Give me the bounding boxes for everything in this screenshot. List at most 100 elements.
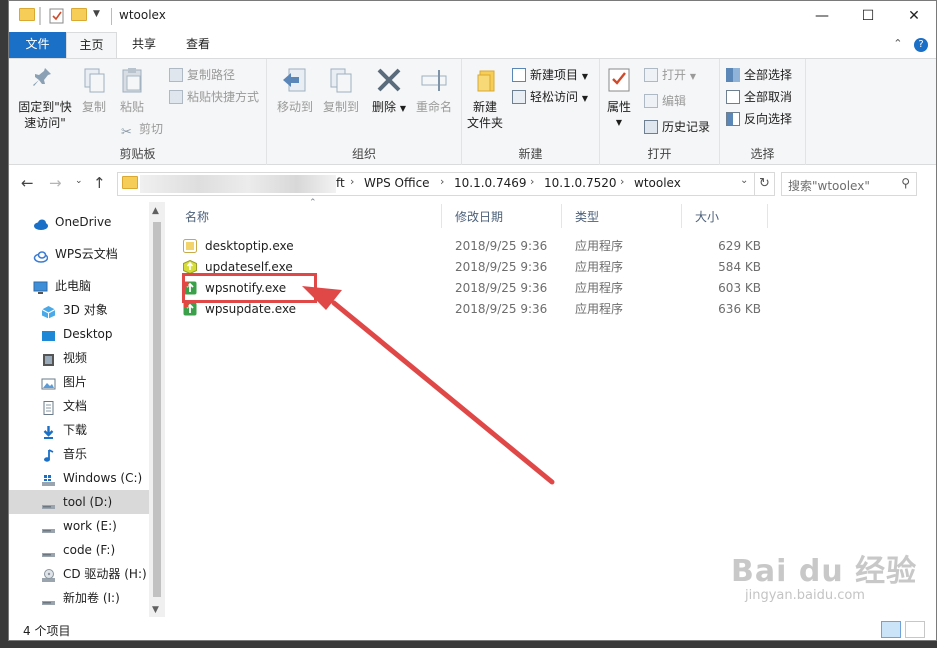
scroll-down-icon[interactable]: ▼ [152,605,159,615]
sort-ascending-icon: ⌃ [309,198,317,208]
open-dropdown-icon[interactable]: ▼ [690,72,696,81]
help-icon[interactable]: ? [914,38,928,52]
details-view-icon[interactable] [881,621,901,638]
refresh-icon[interactable]: ↻ [755,172,775,196]
invert-selection-icon [726,112,740,126]
invert-selection-button[interactable]: 反向选择 [726,109,792,129]
breadcrumb-separator-icon[interactable]: › [350,175,354,188]
breadcrumb-version-1[interactable]: 10.1.0.7469 [454,176,527,190]
breadcrumb-ft[interactable]: ft [336,176,345,190]
nav-item[interactable]: 下载 [9,418,149,442]
easy-access-button[interactable]: 轻松访问 ▼ [512,87,588,107]
tab-file[interactable]: 文件 [9,32,66,58]
pin-quick-access-button[interactable]: 固定到"快 速访问" [15,65,75,131]
minimize-button[interactable]: — [799,1,845,32]
properties-dropdown-icon[interactable]: ▼ [602,115,636,131]
select-none-button[interactable]: 全部取消 [726,87,792,107]
move-to-button[interactable]: 移动到 [275,65,315,115]
properties-label: 属性 [606,100,631,114]
tab-share[interactable]: 共享 [121,32,167,58]
open-button[interactable]: 打开 ▼ [644,65,696,85]
nav-item[interactable]: CD 驱动器 (H:) [9,562,149,586]
nav-item[interactable]: Windows (C:) [9,466,149,490]
breadcrumb-separator-icon[interactable]: › [530,175,534,188]
new-item-dropdown-icon[interactable]: ▼ [582,72,588,81]
properties-button[interactable]: 属性 ▼ [602,65,636,131]
nav-item[interactable]: 3D 对象 [9,298,149,322]
drive-icon [41,519,56,533]
new-folder-quick-access-icon[interactable] [71,8,87,24]
nav-item[interactable]: Desktop [9,322,149,346]
nav-item[interactable]: OneDrive [9,210,149,234]
breadcrumb-separator-icon[interactable]: › [440,175,444,188]
breadcrumb-wtoolex[interactable]: wtoolex [634,176,681,190]
back-arrow-icon[interactable]: ← [21,174,34,192]
nav-item[interactable]: 图片 [9,370,149,394]
nav-item[interactable]: 音乐 [9,442,149,466]
breadcrumb-version-2[interactable]: 10.1.0.7520 [544,176,617,190]
tab-home[interactable]: 主页 [66,32,117,58]
folder-icon [19,8,35,24]
close-button[interactable]: ✕ [891,1,936,32]
download-icon [41,423,56,439]
baidu-watermark: Bai du 经验 jingyan.baidu.com [731,546,917,603]
nav-item[interactable]: code (F:) [9,538,149,562]
edit-button[interactable]: 编辑 [644,91,686,111]
cloud-icon [33,215,48,230]
column-header-modified[interactable]: 修改日期 [455,208,503,225]
column-divider[interactable] [561,204,562,228]
new-item-icon [512,68,526,82]
tab-view[interactable]: 查看 [173,32,223,58]
address-dropdown-icon[interactable]: ⌄ [740,175,748,186]
nav-item[interactable]: 文档 [9,394,149,418]
breadcrumb-wps-office[interactable]: WPS Office [364,176,430,190]
paste-button[interactable]: 粘贴 [113,65,151,115]
column-divider[interactable] [441,204,442,228]
paste-shortcut-button[interactable]: 粘贴快捷方式 [169,87,259,107]
scroll-up-icon[interactable]: ▲ [152,206,159,216]
nav-scrollbar[interactable]: ▲ ▼ [149,202,165,617]
nav-item[interactable]: 新加卷 (I:) [9,586,149,610]
delete-button[interactable]: 删除 ▼ [371,65,407,117]
nav-scroll-thumb[interactable] [153,222,161,597]
copy-to-button[interactable]: 复制到 [321,65,361,115]
column-header-name[interactable]: 名称 [185,208,209,225]
rename-button[interactable]: 重命名 [413,65,455,115]
breadcrumb-separator-icon[interactable]: › [620,175,624,188]
column-header-type[interactable]: 类型 [575,208,599,225]
copy-path-button[interactable]: 复制路径 [169,65,235,85]
copy-button[interactable]: 复制 [77,65,111,115]
toolbar-divider [39,7,41,25]
new-folder-button[interactable]: 新建 文件夹 [464,65,506,131]
column-divider[interactable] [767,204,768,228]
forward-arrow-icon[interactable]: → [49,174,62,192]
address-bar[interactable]: ft › WPS Office › 10.1.0.7469 › 10.1.0.7… [117,172,755,196]
maximize-button[interactable]: ☐ [845,1,891,32]
column-divider[interactable] [681,204,682,228]
nav-item[interactable]: tool (D:) [9,490,149,514]
up-arrow-icon[interactable]: ↑ [93,174,106,192]
dropdown-arrow-icon[interactable]: ▼ [400,104,406,113]
large-icons-view-icon[interactable] [905,621,925,638]
nav-item[interactable]: 此电脑 [9,274,149,298]
nav-item[interactable]: WPS云文档 [9,242,149,266]
nav-item[interactable]: work (E:) [9,514,149,538]
cut-button[interactable]: ✂ 剪切 [121,119,163,140]
nav-item[interactable]: 视频 [9,346,149,370]
drive-icon [41,591,56,605]
properties-icon [604,65,634,95]
nav-item-label: 音乐 [63,447,88,461]
search-input[interactable]: 搜索"wtoolex" ⚲ [781,172,917,196]
history-button[interactable]: 历史记录 [644,117,710,137]
easy-access-dropdown-icon[interactable]: ▼ [582,94,588,103]
customize-quick-access-icon[interactable]: ▼ [93,9,109,25]
delete-text: 删除 [372,100,397,114]
select-all-button[interactable]: 全部选择 [726,65,792,85]
properties-quick-access-icon[interactable] [49,8,65,24]
recent-locations-icon[interactable]: ⌄ [75,176,83,186]
collapse-ribbon-icon[interactable]: ⌃ [893,37,902,50]
new-item-button[interactable]: 新建项目 ▼ [512,65,588,85]
search-placeholder: 搜索"wtoolex" [788,179,870,193]
file-row[interactable]: desktoptip.exe 2018/9/25 9:36 应用程序 629 KB [183,236,773,257]
column-header-size[interactable]: 大小 [695,208,719,225]
